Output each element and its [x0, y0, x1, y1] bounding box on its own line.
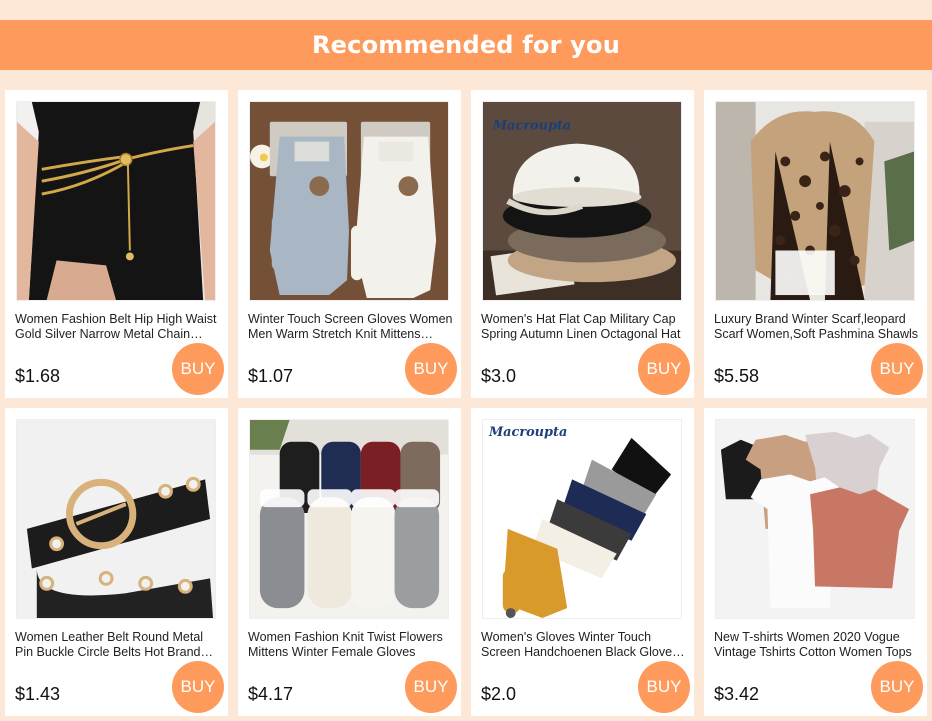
product-title[interactable]: Women's Hat Flat Cap Military Cap Spring… [481, 312, 687, 342]
leather-belt-photo [17, 420, 215, 618]
product-card[interactable]: Luxury Brand Winter Scarf,leopard Scarf … [704, 90, 927, 398]
product-title[interactable]: Women Leather Belt Round Metal Pin Buckl… [15, 630, 221, 660]
product-card[interactable]: Women Leather Belt Round Metal Pin Buckl… [5, 408, 228, 716]
product-grid: Women Fashion Belt Hip High Waist Gold S… [5, 90, 927, 716]
product-price: $3.42 [714, 684, 760, 704]
product-image[interactable] [16, 101, 216, 301]
buy-button[interactable]: BUY [871, 343, 923, 395]
product-price: $1.07 [248, 366, 294, 386]
product-price: $1.68 [15, 366, 61, 386]
product-card[interactable]: Macroupta Women's Hat Flat Cap Military … [471, 90, 694, 398]
product-price: $4.17 [248, 684, 294, 704]
recommended-banner: Recommended for you [0, 20, 932, 70]
product-card[interactable]: Winter Touch Screen Gloves Women Men War… [238, 90, 461, 398]
leopard-scarf-photo [716, 102, 914, 300]
product-title[interactable]: Women's Gloves Winter Touch Screen Handc… [481, 630, 687, 660]
product-card[interactable]: Macroupta Women's Gloves Winter Touch Sc… [471, 408, 694, 716]
product-title[interactable]: Women Fashion Knit Twist Flowers Mittens… [248, 630, 454, 660]
brand-logo: Macroupta [488, 425, 567, 440]
product-image[interactable] [249, 419, 449, 619]
product-card[interactable]: Women Fashion Knit Twist Flowers Mittens… [238, 408, 461, 716]
flat-caps-photo: Macroupta [483, 102, 681, 300]
product-image[interactable]: Macroupta [482, 101, 682, 301]
product-price: $1.43 [15, 684, 61, 704]
page-title: Recommended for you [312, 31, 620, 59]
buy-button[interactable]: BUY [172, 343, 224, 395]
brand-logo: Macroupta [492, 119, 571, 134]
buy-button[interactable]: BUY [405, 661, 457, 713]
buy-button[interactable]: BUY [871, 661, 923, 713]
product-image[interactable] [715, 101, 915, 301]
product-price: $3.0 [481, 366, 517, 386]
product-image[interactable] [16, 419, 216, 619]
touch-gloves-photo: Macroupta [483, 420, 681, 618]
product-title[interactable]: New T-shirts Women 2020 Vogue Vintage Ts… [714, 630, 920, 660]
buy-button[interactable]: BUY [172, 661, 224, 713]
product-title[interactable]: Winter Touch Screen Gloves Women Men War… [248, 312, 454, 342]
product-image[interactable] [715, 419, 915, 619]
product-card[interactable]: New T-shirts Women 2020 Vogue Vintage Ts… [704, 408, 927, 716]
chain-belt-photo [17, 102, 215, 300]
tshirts-photo [716, 420, 914, 618]
product-title[interactable]: Luxury Brand Winter Scarf,leopard Scarf … [714, 312, 920, 342]
product-price: $2.0 [481, 684, 517, 704]
buy-button[interactable]: BUY [405, 343, 457, 395]
knit-mittens-photo [250, 420, 448, 618]
product-image[interactable] [249, 101, 449, 301]
buy-button[interactable]: BUY [638, 661, 690, 713]
product-title[interactable]: Women Fashion Belt Hip High Waist Gold S… [15, 312, 221, 342]
product-card[interactable]: Women Fashion Belt Hip High Waist Gold S… [5, 90, 228, 398]
product-image[interactable]: Macroupta [482, 419, 682, 619]
product-price: $5.58 [714, 366, 760, 386]
buy-button[interactable]: BUY [638, 343, 690, 395]
knit-gloves-photo [250, 102, 448, 300]
